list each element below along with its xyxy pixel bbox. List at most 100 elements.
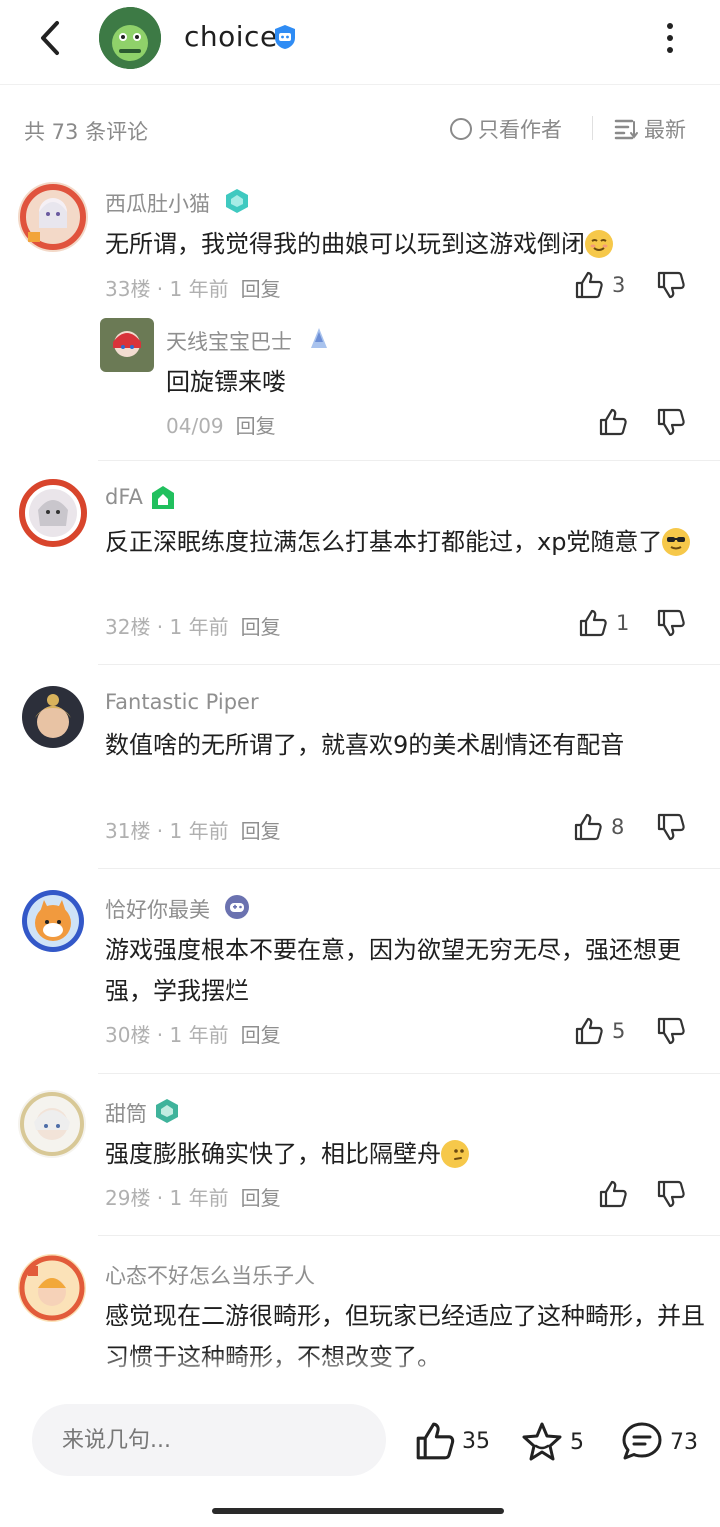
dislike-button[interactable] — [656, 1016, 686, 1050]
bottom-action-bar: 35 5 73 — [0, 1384, 720, 1527]
home-indicator[interactable] — [212, 1508, 504, 1514]
cool-sunglasses-emoji-icon — [662, 528, 691, 556]
dislike-button[interactable] — [656, 407, 686, 441]
smug-face-emoji-icon — [585, 230, 613, 258]
comment-username[interactable]: 恰好你最美 — [105, 894, 210, 924]
user-avatar[interactable] — [18, 1254, 86, 1322]
like-button[interactable]: 5 — [574, 1016, 625, 1046]
sort-lines-icon — [614, 119, 638, 140]
thumbs-down-icon — [657, 1180, 685, 1208]
user-avatar[interactable] — [100, 318, 154, 372]
verified-badge-icon — [272, 24, 298, 50]
comment-floor-time: 32楼 · 1 年前 — [105, 615, 229, 639]
like-button[interactable]: 1 — [578, 608, 629, 638]
comment-username[interactable]: dFA — [105, 485, 143, 509]
thumbs-up-icon — [416, 1422, 455, 1460]
dislike-button[interactable] — [656, 812, 686, 846]
reply-button[interactable]: 回复 — [241, 615, 281, 639]
like-count: 1 — [616, 611, 630, 635]
level-badge-icon — [224, 188, 250, 214]
comment-count: 73 — [670, 1429, 698, 1455]
comment-meta: 32楼 · 1 年前 回复 — [105, 611, 281, 640]
like-button[interactable] — [598, 1179, 628, 1209]
comment-text: 数值啥的无所谓了，就喜欢9的美术剧情还有配音 — [105, 731, 625, 759]
reply-text: 回旋镖来喽 — [166, 368, 286, 396]
more-dot — [667, 47, 673, 53]
more-dot — [667, 23, 673, 29]
comment-floor-time: 31楼 · 1 年前 — [105, 819, 229, 843]
more-dot — [667, 35, 673, 41]
like-button[interactable]: 3 — [574, 270, 625, 300]
comment-input-box[interactable] — [32, 1404, 386, 1476]
reply-button[interactable]: 回复 — [241, 819, 281, 843]
favorite-button[interactable]: 5 — [520, 1420, 584, 1464]
reply-button[interactable]: 回复 — [241, 1023, 281, 1047]
comment-text-content: 无所谓，我觉得我的曲娘可以玩到这游戏倒闭 — [105, 230, 585, 258]
dislike-button[interactable] — [656, 270, 686, 304]
author-only-toggle[interactable]: 只看作者 — [450, 114, 562, 144]
author-name[interactable]: choice — [184, 20, 278, 53]
dislike-button[interactable] — [656, 608, 686, 642]
user-avatar[interactable] — [22, 686, 84, 748]
like-button[interactable]: 8 — [573, 812, 624, 842]
radio-circle-icon — [450, 118, 472, 140]
thumbs-up-icon — [575, 1017, 603, 1045]
user-avatar[interactable] — [22, 890, 84, 952]
thumbs-down-icon — [657, 609, 685, 637]
star-icon — [522, 1422, 562, 1461]
comment-text-content: 反正深眠练度拉满怎么打基本打都能过，xp党随意了 — [105, 528, 663, 556]
divider — [98, 868, 720, 869]
level-badge-icon — [150, 485, 176, 511]
post-like-count: 35 — [462, 1428, 490, 1454]
awkward-face-emoji-icon — [441, 1140, 469, 1168]
reply-meta: 04/09 回复 — [166, 410, 276, 439]
thumbs-down-icon — [657, 271, 685, 299]
more-options-button[interactable] — [655, 18, 685, 58]
thumbs-up-icon — [599, 1180, 627, 1208]
divider — [98, 460, 720, 461]
gamepad-badge-icon — [224, 894, 250, 920]
thumbs-down-icon — [657, 1017, 685, 1045]
reply-button[interactable]: 回复 — [236, 414, 276, 438]
comment-filter-bar: 共 73 条评论 只看作者 最新 — [0, 104, 720, 154]
chevron-left-icon — [41, 21, 59, 55]
reply-username[interactable]: 天线宝宝巴士 — [166, 326, 292, 356]
comments-button[interactable]: 73 — [620, 1420, 698, 1464]
comment-username[interactable]: 甜筒 — [105, 1098, 147, 1128]
divider — [0, 84, 720, 85]
comment-username[interactable]: Fantastic Piper — [105, 690, 259, 714]
back-button[interactable] — [30, 18, 70, 58]
divider — [98, 1073, 720, 1074]
comment-total-count: 共 73 条评论 — [24, 120, 149, 144]
comment-text: 游戏强度根本不要在意，因为欲望无穷无尽，强还想更强，学我摆烂 — [105, 936, 681, 1005]
comment-meta: 30楼 · 1 年前 回复 — [105, 1019, 281, 1048]
comment-username[interactable]: 心态不好怎么当乐子人 — [105, 1260, 315, 1290]
sort-button[interactable]: 最新 — [614, 114, 686, 144]
level-badge-icon — [154, 1098, 180, 1124]
user-avatar[interactable] — [18, 478, 88, 548]
thumbs-down-icon — [657, 813, 685, 841]
user-avatar[interactable] — [18, 182, 88, 252]
divider — [98, 664, 720, 665]
comment-input[interactable] — [32, 1404, 386, 1476]
comment-text: 强度膨胀确实快了，相比隔壁舟 — [105, 1134, 705, 1175]
favorite-count: 5 — [570, 1429, 584, 1455]
like-count: 8 — [611, 815, 625, 839]
reply-button[interactable]: 回复 — [241, 1186, 281, 1210]
comment-text: 反正深眠练度拉满怎么打基本打都能过，xp党随意了 — [105, 522, 705, 563]
reply-button[interactable]: 回复 — [241, 277, 281, 301]
comment-meta: 33楼 · 1 年前 回复 — [105, 273, 281, 302]
author-avatar[interactable] — [99, 7, 161, 69]
comment-username[interactable]: 西瓜肚小猫 — [105, 188, 210, 218]
user-avatar[interactable] — [18, 1090, 86, 1158]
divider — [98, 1235, 720, 1236]
post-like-button[interactable]: 35 — [414, 1420, 490, 1462]
like-count: 5 — [612, 1019, 626, 1043]
comment-meta: 29楼 · 1 年前 回复 — [105, 1182, 281, 1211]
chat-bubble-icon — [622, 1422, 662, 1460]
scroll-fade — [0, 1350, 720, 1386]
dislike-button[interactable] — [656, 1179, 686, 1213]
like-button[interactable] — [598, 407, 628, 437]
level-badge-icon — [306, 326, 332, 352]
author-only-label: 只看作者 — [478, 118, 562, 142]
